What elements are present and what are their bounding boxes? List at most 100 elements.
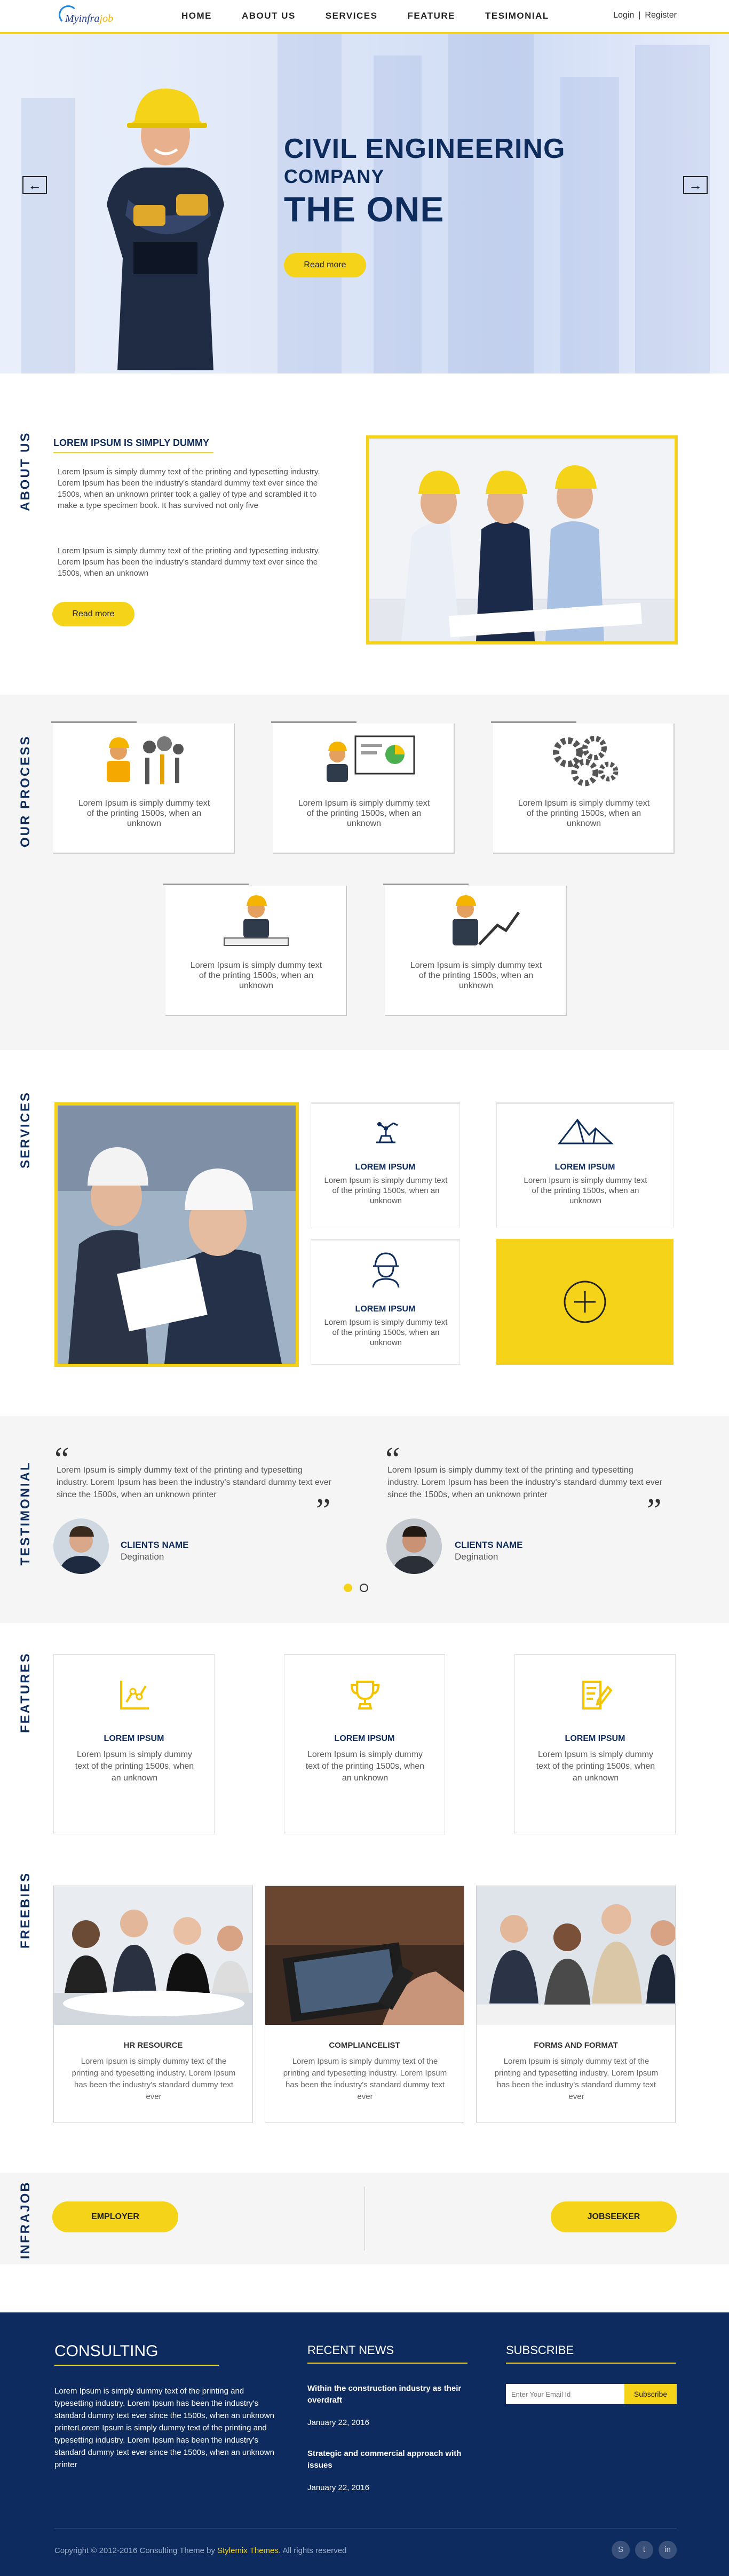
growth-chart-icon [453,895,520,945]
feature-title: LOREM IPSUM [334,1734,395,1743]
footer-consulting-title: CONSULTING [54,2342,159,2360]
footer: CONSULTING Lorem Ipsum is simply dummy t… [0,2312,729,2576]
quote-close-icon: ” [316,1492,331,1529]
footer-consulting-text: Lorem Ipsum is simply dummy text of the … [54,2387,274,2469]
auth-separator: | [638,11,641,20]
nav-about-us[interactable]: ABOUT US [242,11,296,21]
footer-subscribe-underline [506,2363,676,2364]
avatar [386,1518,442,1574]
carousel-dot-active[interactable] [344,1584,352,1592]
services-section-label: SERVICES [18,1091,33,1168]
freebie-card-2[interactable]: COMPLIANCELIST Lorem Ipsum is simply dum… [265,1886,464,2122]
process-card-4: Lorem Ipsum is simply dummy text of the … [163,884,347,1016]
about-paragraph-1: Lorem Ipsum is simply dummy text of the … [58,467,320,510]
subscribe-email-input[interactable] [506,2384,624,2404]
about-section-label: ABOUT US [18,431,33,511]
login-link[interactable]: Login [613,11,634,20]
freebies-section-label: FREEBIES [18,1871,33,1949]
freebie-card-1[interactable]: HR RESOURCE Lorem Ipsum is simply dummy … [53,1886,253,2122]
feature-card-3: LOREM IPSUM Lorem Ipsum is simply dummy … [514,1654,676,1834]
main-menu: HOME ABOUT US SERVICES FEATURE TESIMONIA… [181,11,579,21]
trophy-icon [350,1681,380,1710]
process-card-3: Lorem Ipsum is simply dummy text of the … [491,721,675,854]
freebie-photo-meeting [54,1886,252,2025]
subscribe-button[interactable]: Subscribe [624,2384,677,2404]
about-engineers-photo [366,435,678,645]
skype-icon[interactable]: S [612,2541,630,2559]
feature-card-1: LOREM IPSUM Lorem Ipsum is simply dummy … [53,1654,215,1834]
robot-arm-icon [376,1122,398,1143]
worker-tools-icon [107,736,184,784]
client-name: CLIENTS NAME [455,1540,523,1550]
process-card-text: Lorem Ipsum is simply dummy text of the … [190,961,322,990]
nav-testimonial[interactable]: TESIMONIAL [485,11,549,21]
feature-text: Lorem Ipsum is simply dummy text of the … [75,1750,194,1783]
register-link[interactable]: Register [645,11,677,20]
features-section-label: FEATURES [18,1652,33,1733]
carousel-dot[interactable] [360,1584,368,1592]
feature-text: Lorem Ipsum is simply dummy text of the … [536,1750,655,1783]
freebie-title: FORMS AND FORMAT [534,2041,618,2050]
service-card-3: LOREM IPSUM Lorem Ipsum is simply dummy … [311,1239,460,1365]
jobseeker-button[interactable]: JOBSEEKER [551,2201,677,2232]
freebie-photo-laptop [265,1886,464,2025]
process-card-1: Lorem Ipsum is simply dummy text of the … [51,721,235,854]
freebie-title: COMPLIANCELIST [329,2041,400,2050]
presentation-icon [327,735,415,782]
about-heading: LOREM IPSUM IS SIMPLY DUMMY [53,438,210,448]
freebie-card-3[interactable]: FORMS AND FORMAT Lorem Ipsum is simply d… [476,1886,676,2122]
hero-title: THE ONE [284,189,445,229]
footer-title-underline [54,2365,219,2366]
testimonial-text-1: Lorem Ipsum is simply dummy text of the … [57,1466,331,1499]
news-item-title[interactable]: Strategic and commercial approach with i… [307,2448,462,2471]
footer-subscribe-title: SUBSCRIBE [506,2343,574,2357]
service-text: Lorem Ipsum is simply dummy text of the … [324,1176,448,1205]
process-card-text: Lorem Ipsum is simply dummy text of the … [78,799,210,828]
freebie-text: Lorem Ipsum is simply dummy text of the … [283,2057,447,2101]
footer-divider [54,2528,677,2529]
nav-feature[interactable]: FEATURE [407,11,455,21]
news-item-title[interactable]: Within the construction industry as thei… [307,2383,462,2406]
about-paragraph-2: Lorem Ipsum is simply dummy text of the … [58,546,320,578]
freebie-title: HR RESOURCE [123,2041,183,2050]
news-item-date: January 22, 2016 [307,2418,369,2427]
process-card-text: Lorem Ipsum is simply dummy text of the … [518,799,650,828]
copyright-text: Copyright © 2012-2016 Consulting Theme b… [54,2546,347,2555]
client-designation: Degination [455,1552,498,1562]
employer-button[interactable]: EMPLOYER [52,2201,178,2232]
hero-slider: CIVIL ENGINEERING COMPANY THE ONE Read m… [0,34,729,373]
footer-news-title: RECENT NEWS [307,2343,394,2357]
brand-logo[interactable]: Myinfrajob [59,5,144,29]
mountain-icon [557,1118,614,1144]
arrow-left-icon[interactable]: ← [22,176,47,194]
hero-read-more-button[interactable]: Read more [284,253,366,277]
about-heading-underline [53,452,213,453]
hero-line-1: CIVIL ENGINEERING [284,133,566,164]
nav-home[interactable]: HOME [181,11,212,21]
twitter-icon[interactable]: t [635,2541,653,2559]
services-more-tile[interactable] [496,1239,673,1365]
process-section-label: OUR PROCESS [18,735,33,847]
service-card-2: LOREM IPSUM Lorem Ipsum is simply dummy … [496,1102,673,1228]
plus-circle-icon[interactable] [562,1279,607,1324]
freebie-text: Lorem Ipsum is simply dummy text of the … [494,2057,659,2101]
feature-text: Lorem Ipsum is simply dummy text of the … [305,1750,425,1783]
auth-links: Login | Register [613,11,677,20]
hero-line-2: COMPANY [284,165,385,187]
infrajob-divider [364,2187,365,2251]
feature-card-2: LOREM IPSUM Lorem Ipsum is simply dummy … [284,1654,445,1834]
worker-illustration [107,88,224,370]
linkedin-icon[interactable]: in [659,2541,677,2559]
logo-text: Myinfrajob [65,13,113,25]
process-card-2: Lorem Ipsum is simply dummy text of the … [271,721,455,854]
nav-services[interactable]: SERVICES [326,11,378,21]
stylemix-link[interactable]: Stylemix Themes [217,2546,279,2555]
avatar [53,1518,109,1574]
process-card-text: Lorem Ipsum is simply dummy text of the … [298,799,430,828]
freebie-photo-team [477,1886,675,2025]
service-title: LOREM IPSUM [355,1163,416,1172]
about-read-more-button[interactable]: Read more [52,602,134,626]
hardhat-worker-icon [372,1252,400,1288]
edit-note-icon [582,1681,612,1710]
arrow-right-icon[interactable]: → [683,176,708,194]
